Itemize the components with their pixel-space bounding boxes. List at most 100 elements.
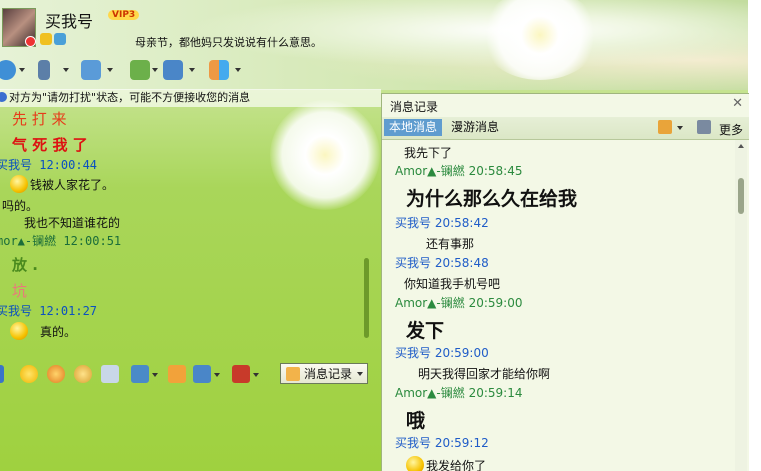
message-time: 20:58:48 [434,256,489,270]
sender-name: 买我号 [395,216,432,230]
chevron-down-icon[interactable] [152,68,158,72]
smiley-icon [406,456,424,471]
message-text: 先 打 来 [12,110,67,128]
chevron-down-icon[interactable] [63,68,69,72]
message-time: 20:59:12 [434,436,489,450]
busy-status-icon [25,36,36,47]
message-text: 钱被人家花了。 [30,178,115,192]
music-icon[interactable] [168,365,186,383]
chat-scrollbar[interactable] [364,258,369,338]
sender-name: 买我号 [395,346,432,360]
apps-icon[interactable] [209,60,229,80]
history-header: Amor▲-镧繎 20:59:14 [395,384,522,401]
chevron-down-icon[interactable] [19,68,25,72]
history-message: 明天我得回家才能给你啊 [418,367,551,381]
history-title: 消息记录 [390,100,439,114]
message-time: 20:58:45 [468,164,523,178]
history-header: 买我号 20:58:42 [395,214,489,231]
history-header: Amor▲-镧繎 20:58:45 [395,162,522,179]
more-button[interactable]: 更多 [719,121,743,138]
history-tabs: 本地消息 漫游消息 更多 [382,117,749,140]
history-message: 发下 [406,320,445,342]
chevron-down-icon[interactable] [189,68,195,72]
shake-icon[interactable] [74,365,92,383]
voice-call-icon[interactable] [38,60,50,80]
sender-name: 买我号 [395,256,432,270]
message-header: mor▲-镧繎 12:00:51 [0,234,122,248]
chevron-down-icon[interactable] [107,68,113,72]
message-text: 真的。 [40,325,77,339]
history-panel: 消息记录 ✕ 本地消息 漫游消息 更多 我先下了 Amor▲-镧繎 20:58:… [381,93,749,471]
chevron-down-icon[interactable] [152,373,158,377]
volume-icon[interactable] [697,120,711,134]
history-button-label: 消息记录 [304,367,353,381]
chevron-down-icon[interactable] [253,373,259,377]
info-icon [0,92,7,102]
sender-name: 买我号 [395,436,432,450]
smiley-icon [10,175,28,193]
status-icons [40,33,68,48]
group-chat-icon[interactable] [130,60,150,80]
scroll-up-icon[interactable] [738,144,744,148]
message-time: 20:58:42 [434,216,489,230]
vip-emoji-icon[interactable] [47,365,65,383]
message-time: 20:59:00 [468,296,523,310]
font-icon[interactable] [0,365,4,383]
history-scrollbar[interactable] [735,140,747,471]
sender-name: Amor▲-镧繎 [395,296,465,310]
message-row: 真的。 [10,322,76,340]
star-icon[interactable] [40,33,52,45]
emoji-icon[interactable] [20,365,38,383]
history-icon [286,367,300,381]
message-time: 20:59:00 [434,346,489,360]
contact-signature: 母亲节，都他妈只发说说有什么意思。 [135,36,322,49]
message-history-button[interactable]: 消息记录 [280,363,368,384]
remote-assist-icon[interactable] [163,60,183,80]
history-header: 买我号 20:58:48 [395,254,489,271]
chat-message-area[interactable]: 先 打 来 气 死 我 了 买我号 12:00:44 钱被人家花了。 吗的。 我… [0,108,370,348]
chevron-down-icon[interactable] [357,372,363,376]
message-row: 钱被人家花了。 [10,175,114,193]
chevron-down-icon[interactable] [677,126,683,130]
history-message: 我先下了 [404,146,453,160]
history-header: Amor▲-镧繎 20:59:00 [395,294,522,311]
history-message: 哦 [406,410,426,432]
message-text: 放 . [12,256,38,274]
chevron-down-icon[interactable] [214,373,220,377]
qzone-icon[interactable] [54,33,66,45]
sender-name: Amor▲-镧繎 [395,386,465,400]
history-message: 你知道我手机号吧 [404,277,501,291]
message-time: 20:59:14 [468,386,523,400]
message-header: 买我号 12:00:44 [0,158,98,172]
history-header: 买我号 20:59:12 [395,434,489,451]
history-message: 为什么那么久在给我 [406,188,578,210]
message-text: 我也不知道谁花的 [24,216,121,230]
history-header: 买我号 20:59:00 [395,344,489,361]
tab-roaming-messages[interactable]: 漫游消息 [446,119,504,136]
vip-badge[interactable]: VIP3 [108,10,140,20]
smiley-icon [10,322,28,340]
gift-icon[interactable] [232,365,250,383]
image-icon[interactable] [193,365,211,383]
history-message: 我发给你了 [426,459,487,471]
file-transfer-icon[interactable] [81,60,101,80]
close-icon[interactable]: ✕ [732,96,743,111]
screenshot-icon[interactable] [131,365,149,383]
message-text: 气 死 我 了 [12,136,88,154]
message-header: 买我号 12:01:27 [0,304,98,318]
window-edge [748,0,761,471]
scrawl-icon[interactable] [101,365,119,383]
chevron-down-icon[interactable] [235,68,241,72]
scroll-thumb[interactable] [738,178,744,214]
dnd-notice: 对方为"请勿打扰"状态，可能不方便接收您的消息 [0,89,381,107]
contact-nickname[interactable]: 买我号 [45,8,93,32]
tab-local-messages[interactable]: 本地消息 [384,119,443,136]
history-message-row: 我发给你了 [406,456,486,471]
message-text: 吗的。 [2,199,39,213]
sender-name: Amor▲-镧繎 [395,164,465,178]
history-tool-icon[interactable] [658,120,672,134]
history-list[interactable]: 我先下了 Amor▲-镧繎 20:58:45 为什么那么久在给我 买我号 20:… [382,140,734,471]
notice-text: 对方为"请勿打扰"状态，可能不方便接收您的消息 [9,91,251,104]
chat-window: 买我号 VIP3 母亲节，都他妈只发说说有什么意思。 对方为"请勿打扰"状态，可… [0,0,761,471]
history-message: 还有事那 [426,237,475,251]
